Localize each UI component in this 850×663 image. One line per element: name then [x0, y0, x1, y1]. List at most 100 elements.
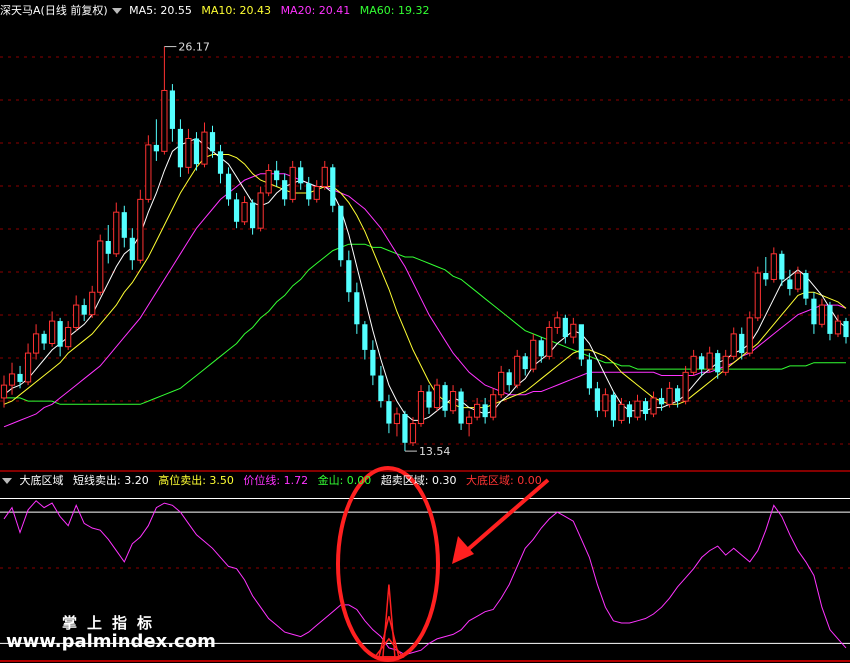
candle-body — [289, 166, 296, 200]
candle-body — [594, 388, 601, 411]
candle-body — [626, 404, 633, 418]
candle-body — [321, 166, 328, 188]
candle-body — [137, 198, 144, 261]
candle-body — [634, 400, 641, 418]
candle-body — [282, 180, 288, 200]
candle-body — [241, 202, 248, 223]
candle-body — [674, 388, 681, 402]
candle-body — [0, 384, 8, 399]
candle-body — [522, 356, 528, 370]
ma5-series — [3, 137, 847, 421]
candle-body — [177, 128, 184, 168]
candle-body — [8, 373, 16, 386]
candle-body — [41, 333, 47, 344]
candle-body — [746, 317, 753, 354]
period-label: (日线 前复权) — [40, 4, 108, 17]
candle-body — [610, 394, 617, 421]
candle-body — [17, 373, 23, 382]
indicator-short-sell: 短线卖出: 3.20 — [73, 474, 149, 487]
indicator-header: 大底区域 短线卖出: 3.20 高位卖出: 3.50 价位线: 1.72 金山:… — [0, 473, 548, 489]
candle-body — [834, 320, 842, 335]
security-name[interactable]: 深天马A — [0, 4, 41, 17]
candle-body — [417, 391, 425, 425]
candle-body — [249, 202, 256, 229]
ma20-label: MA20: 20.41 — [280, 4, 351, 17]
ma20-line — [3, 173, 847, 428]
highlight-circle — [336, 466, 440, 662]
candle-body — [449, 391, 457, 412]
candle-body — [233, 199, 240, 222]
candle-body — [818, 304, 826, 325]
low-price-label: 13.54 — [419, 445, 451, 458]
watermark-title: 掌上指标 — [62, 614, 163, 632]
candle-body — [715, 353, 721, 373]
candle-body — [346, 260, 352, 293]
candle-body — [313, 186, 320, 200]
candle-body — [770, 253, 777, 280]
candle-body — [779, 253, 785, 280]
candle-body — [73, 304, 80, 328]
candle-body — [618, 403, 625, 421]
candle-body — [506, 372, 512, 386]
candle-body — [24, 352, 32, 383]
indicator-bottom-zone: 大底区域: 0.00 — [466, 474, 542, 487]
candle-body — [530, 339, 537, 370]
candle-body — [706, 352, 713, 370]
candle-body — [514, 355, 521, 386]
candle-body — [562, 317, 568, 338]
ma5-label: MA5: 20.55 — [129, 4, 192, 17]
candle-body — [482, 404, 488, 418]
candle-body — [306, 183, 312, 200]
candle-body — [185, 138, 192, 168]
candle-body — [153, 144, 159, 152]
candle-body — [602, 394, 609, 412]
candle-body — [32, 333, 40, 354]
candle-body — [690, 355, 697, 373]
candle-body — [370, 349, 376, 376]
candle-body — [265, 170, 272, 194]
watermark-url: www.palmindex.com — [6, 631, 216, 652]
candle-body — [201, 131, 208, 165]
candle-body — [65, 326, 72, 348]
grid-lines — [0, 56, 850, 662]
stock-chart: 26.17 13.54 — [0, 41, 850, 662]
candle-body — [393, 413, 401, 425]
candle-body — [97, 240, 104, 293]
candle-body — [554, 317, 561, 328]
ma60-series — [4, 243, 846, 405]
high-price-label: 26.17 — [178, 41, 210, 54]
ma60-label: MA60: 19.32 — [359, 4, 430, 17]
candle-body — [722, 355, 729, 373]
candle-body — [113, 211, 120, 255]
candle-body — [257, 192, 264, 229]
candle-body — [338, 205, 344, 261]
candle-body — [81, 305, 87, 315]
candle-body — [209, 132, 216, 152]
candle-body — [803, 273, 809, 299]
indicator-name[interactable]: 大底区域 — [20, 474, 64, 487]
ma60-line — [4, 243, 846, 405]
indicator-high-sell: 高位卖出: 3.50 — [158, 474, 234, 487]
annotation-overlay — [336, 466, 550, 662]
candle-body — [642, 401, 649, 414]
candle-body — [490, 394, 497, 418]
candle-body — [578, 324, 584, 360]
bottom-signal-spike — [377, 616, 400, 658]
indicator-gold: 金山: 0.00 — [317, 474, 372, 487]
candle-body — [193, 138, 200, 165]
candle-body — [330, 167, 336, 206]
ma5-line — [3, 137, 847, 421]
candle-body — [274, 170, 280, 181]
candle-body — [474, 403, 481, 418]
candle-body — [827, 305, 833, 334]
chevron-down-icon[interactable] — [111, 8, 122, 14]
candle-body — [794, 272, 801, 290]
candle-body — [426, 391, 432, 408]
candle-body — [298, 167, 304, 184]
chevron-down-icon[interactable] — [2, 478, 12, 484]
candle-body — [811, 298, 817, 325]
candle-body — [49, 320, 56, 344]
candle-body — [57, 321, 63, 347]
candle-body — [169, 90, 176, 129]
price-marks: 26.17 13.54 — [164, 41, 451, 458]
